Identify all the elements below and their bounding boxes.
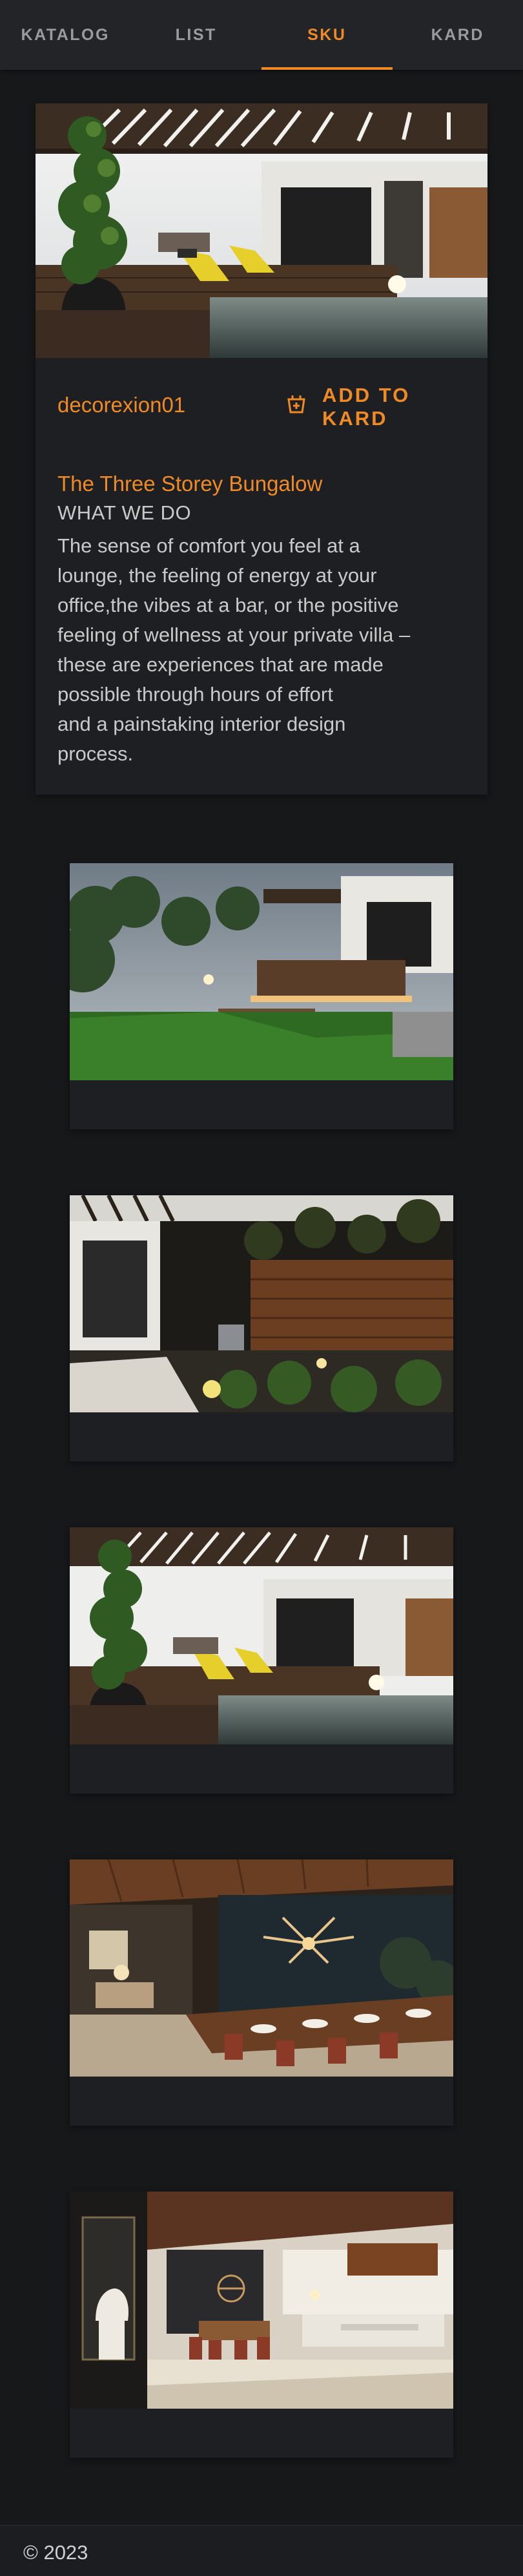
tab-sku[interactable]: SKU	[262, 0, 393, 70]
tab-kard[interactable]: KARD	[393, 0, 523, 70]
description-line: office,the vibes at a bar, or the positi…	[57, 594, 399, 616]
hero-image	[36, 103, 487, 358]
gallery-image-kitchen	[70, 2192, 453, 2409]
description-line: process.	[57, 742, 134, 765]
add-to-kard-label: ADD TO KARD	[322, 384, 411, 430]
copyright-text: © 2023	[23, 2541, 88, 2564]
gallery-item[interactable]	[70, 1195, 453, 1461]
tab-bar: KATALOG LIST SKU KARD	[0, 0, 523, 70]
add-to-kard-button[interactable]: ADD TO KARD	[262, 384, 487, 430]
description-line: these are experiences that are made	[57, 653, 384, 676]
product-card: decorexion01 ADD TO KARD The Three Store…	[36, 103, 487, 795]
gallery-item[interactable]	[70, 2192, 453, 2458]
product-description: The sense of comfort you feel at a loung…	[57, 531, 471, 769]
description-line: possible through hours of effort	[57, 683, 333, 706]
description-line: and a painstaking interior design	[57, 713, 346, 735]
gallery-image-courtyard	[70, 1195, 453, 1412]
description-line: feeling of wellness at your private vill…	[57, 623, 411, 646]
gallery-image-terrace-garden	[70, 863, 453, 1080]
footer: © 2023	[0, 2525, 523, 2576]
cart-add-icon	[283, 393, 309, 422]
card-username[interactable]: decorexion01	[57, 393, 185, 417]
section-heading: WHAT WE DO	[57, 501, 192, 524]
description-line: lounge, the feeling of energy at your	[57, 564, 377, 587]
tab-katalog[interactable]: KATALOG	[0, 0, 131, 70]
gallery-item[interactable]	[70, 863, 453, 1129]
gallery-item[interactable]	[70, 1859, 453, 2126]
tab-list[interactable]: LIST	[131, 0, 262, 70]
description-line: The sense of comfort you feel at a	[57, 534, 360, 557]
product-title: The Three Storey Bungalow	[57, 472, 323, 496]
gallery-image-pool-deck	[70, 1527, 453, 1744]
gallery-item[interactable]	[70, 1527, 453, 1794]
gallery-image-dining-room	[70, 1859, 453, 2077]
